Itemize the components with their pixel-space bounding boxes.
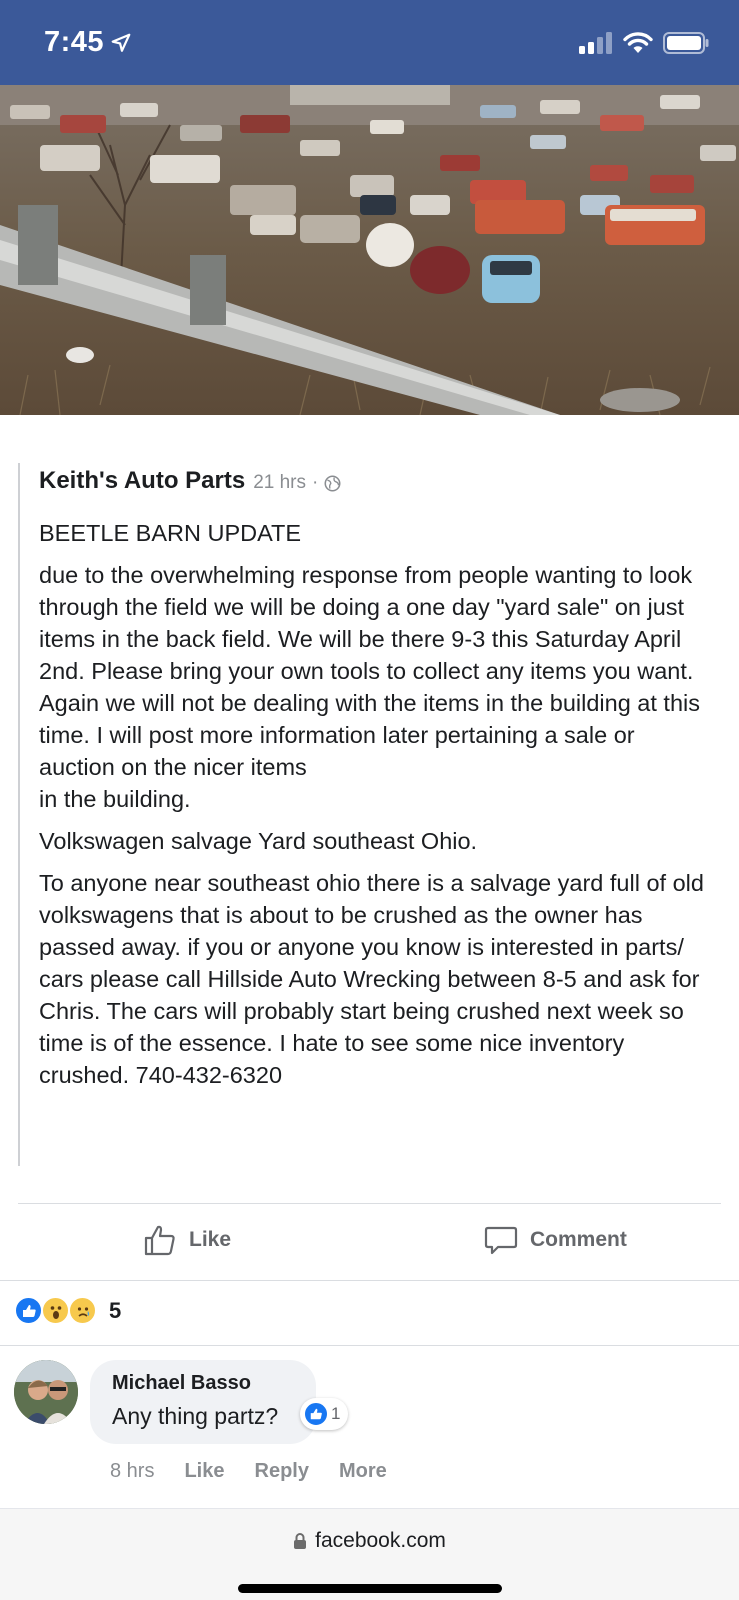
reaction-count: 5 [109, 1297, 122, 1323]
wow-reaction-icon [41, 1296, 70, 1325]
post-photo[interactable] [0, 85, 739, 415]
post-time[interactable]: 21 hrs [253, 472, 306, 494]
divider [0, 1280, 739, 1281]
status-indicators [579, 32, 709, 54]
post-author[interactable]: Keith's Auto Parts [39, 467, 245, 495]
comment-like-button[interactable]: Like [184, 1460, 224, 1483]
comment-label: Comment [530, 1228, 627, 1251]
home-indicator[interactable] [238, 1584, 502, 1593]
clock: 7:45 [44, 26, 105, 58]
post-paragraph: BEETLE BARN UPDATE [39, 520, 302, 546]
post-paragraph: due to the overwhelming response from pe… [39, 562, 700, 780]
battery-icon [663, 32, 709, 54]
reaction-summary[interactable]: 5 [14, 1296, 121, 1325]
post-meta: 21 hrs · [253, 472, 341, 494]
divider [18, 1203, 721, 1204]
divider [0, 1345, 739, 1346]
comment-text: Any thing partz? [112, 1403, 279, 1429]
globe-icon [324, 475, 341, 491]
status-time: 7:45 [44, 26, 132, 59]
url-text: facebook.com [315, 1529, 446, 1552]
commenter-name[interactable]: Michael Basso [112, 1372, 294, 1395]
post-header: Keith's Auto Parts 21 hrs · [39, 467, 718, 495]
browser-url-bar[interactable]: facebook.com [0, 1508, 739, 1600]
post-actions: Like Comment [0, 1205, 739, 1275]
comment-reaction-count: 1 [331, 1404, 341, 1423]
comment-reaction-badge[interactable]: 1 [300, 1398, 349, 1430]
wifi-icon [623, 32, 653, 53]
post-text: BEETLE BARN UPDATE due to the overwhelmi… [39, 517, 709, 1091]
thumbs-up-icon [144, 1225, 175, 1256]
like-button[interactable]: Like [143, 1205, 231, 1275]
comment-actions: 8 hrs Like Reply More [110, 1460, 387, 1483]
url-display[interactable]: facebook.com [0, 1529, 739, 1553]
post-paragraph: in the building. [39, 786, 191, 812]
like-reaction-icon [14, 1296, 43, 1325]
signal-icon [579, 32, 612, 54]
comment-bubble[interactable]: Michael Basso Any thing partz? [90, 1360, 316, 1444]
comment-button[interactable]: Comment [484, 1205, 627, 1275]
junkyard-photo [0, 85, 739, 415]
status-bar: 7:45 [0, 0, 739, 85]
comment-reply-button[interactable]: Reply [255, 1460, 309, 1483]
post-paragraph: To anyone near southeast ohio there is a… [39, 870, 704, 1088]
lock-icon [294, 1533, 307, 1549]
like-reaction-icon [303, 1401, 329, 1427]
location-arrow-icon [111, 33, 131, 52]
comment-more-button[interactable]: More [339, 1460, 387, 1483]
avatar[interactable] [14, 1360, 78, 1424]
post-paragraph: Volkswagen salvage Yard southeast Ohio. [39, 828, 478, 854]
comment-time: 8 hrs [110, 1460, 155, 1482]
sad-reaction-icon [68, 1296, 97, 1325]
meta-separator: · [312, 472, 319, 493]
comment-icon [484, 1226, 518, 1255]
shared-post: Keith's Auto Parts 21 hrs · BEETLE BARN … [18, 463, 718, 1166]
like-label: Like [189, 1228, 232, 1251]
